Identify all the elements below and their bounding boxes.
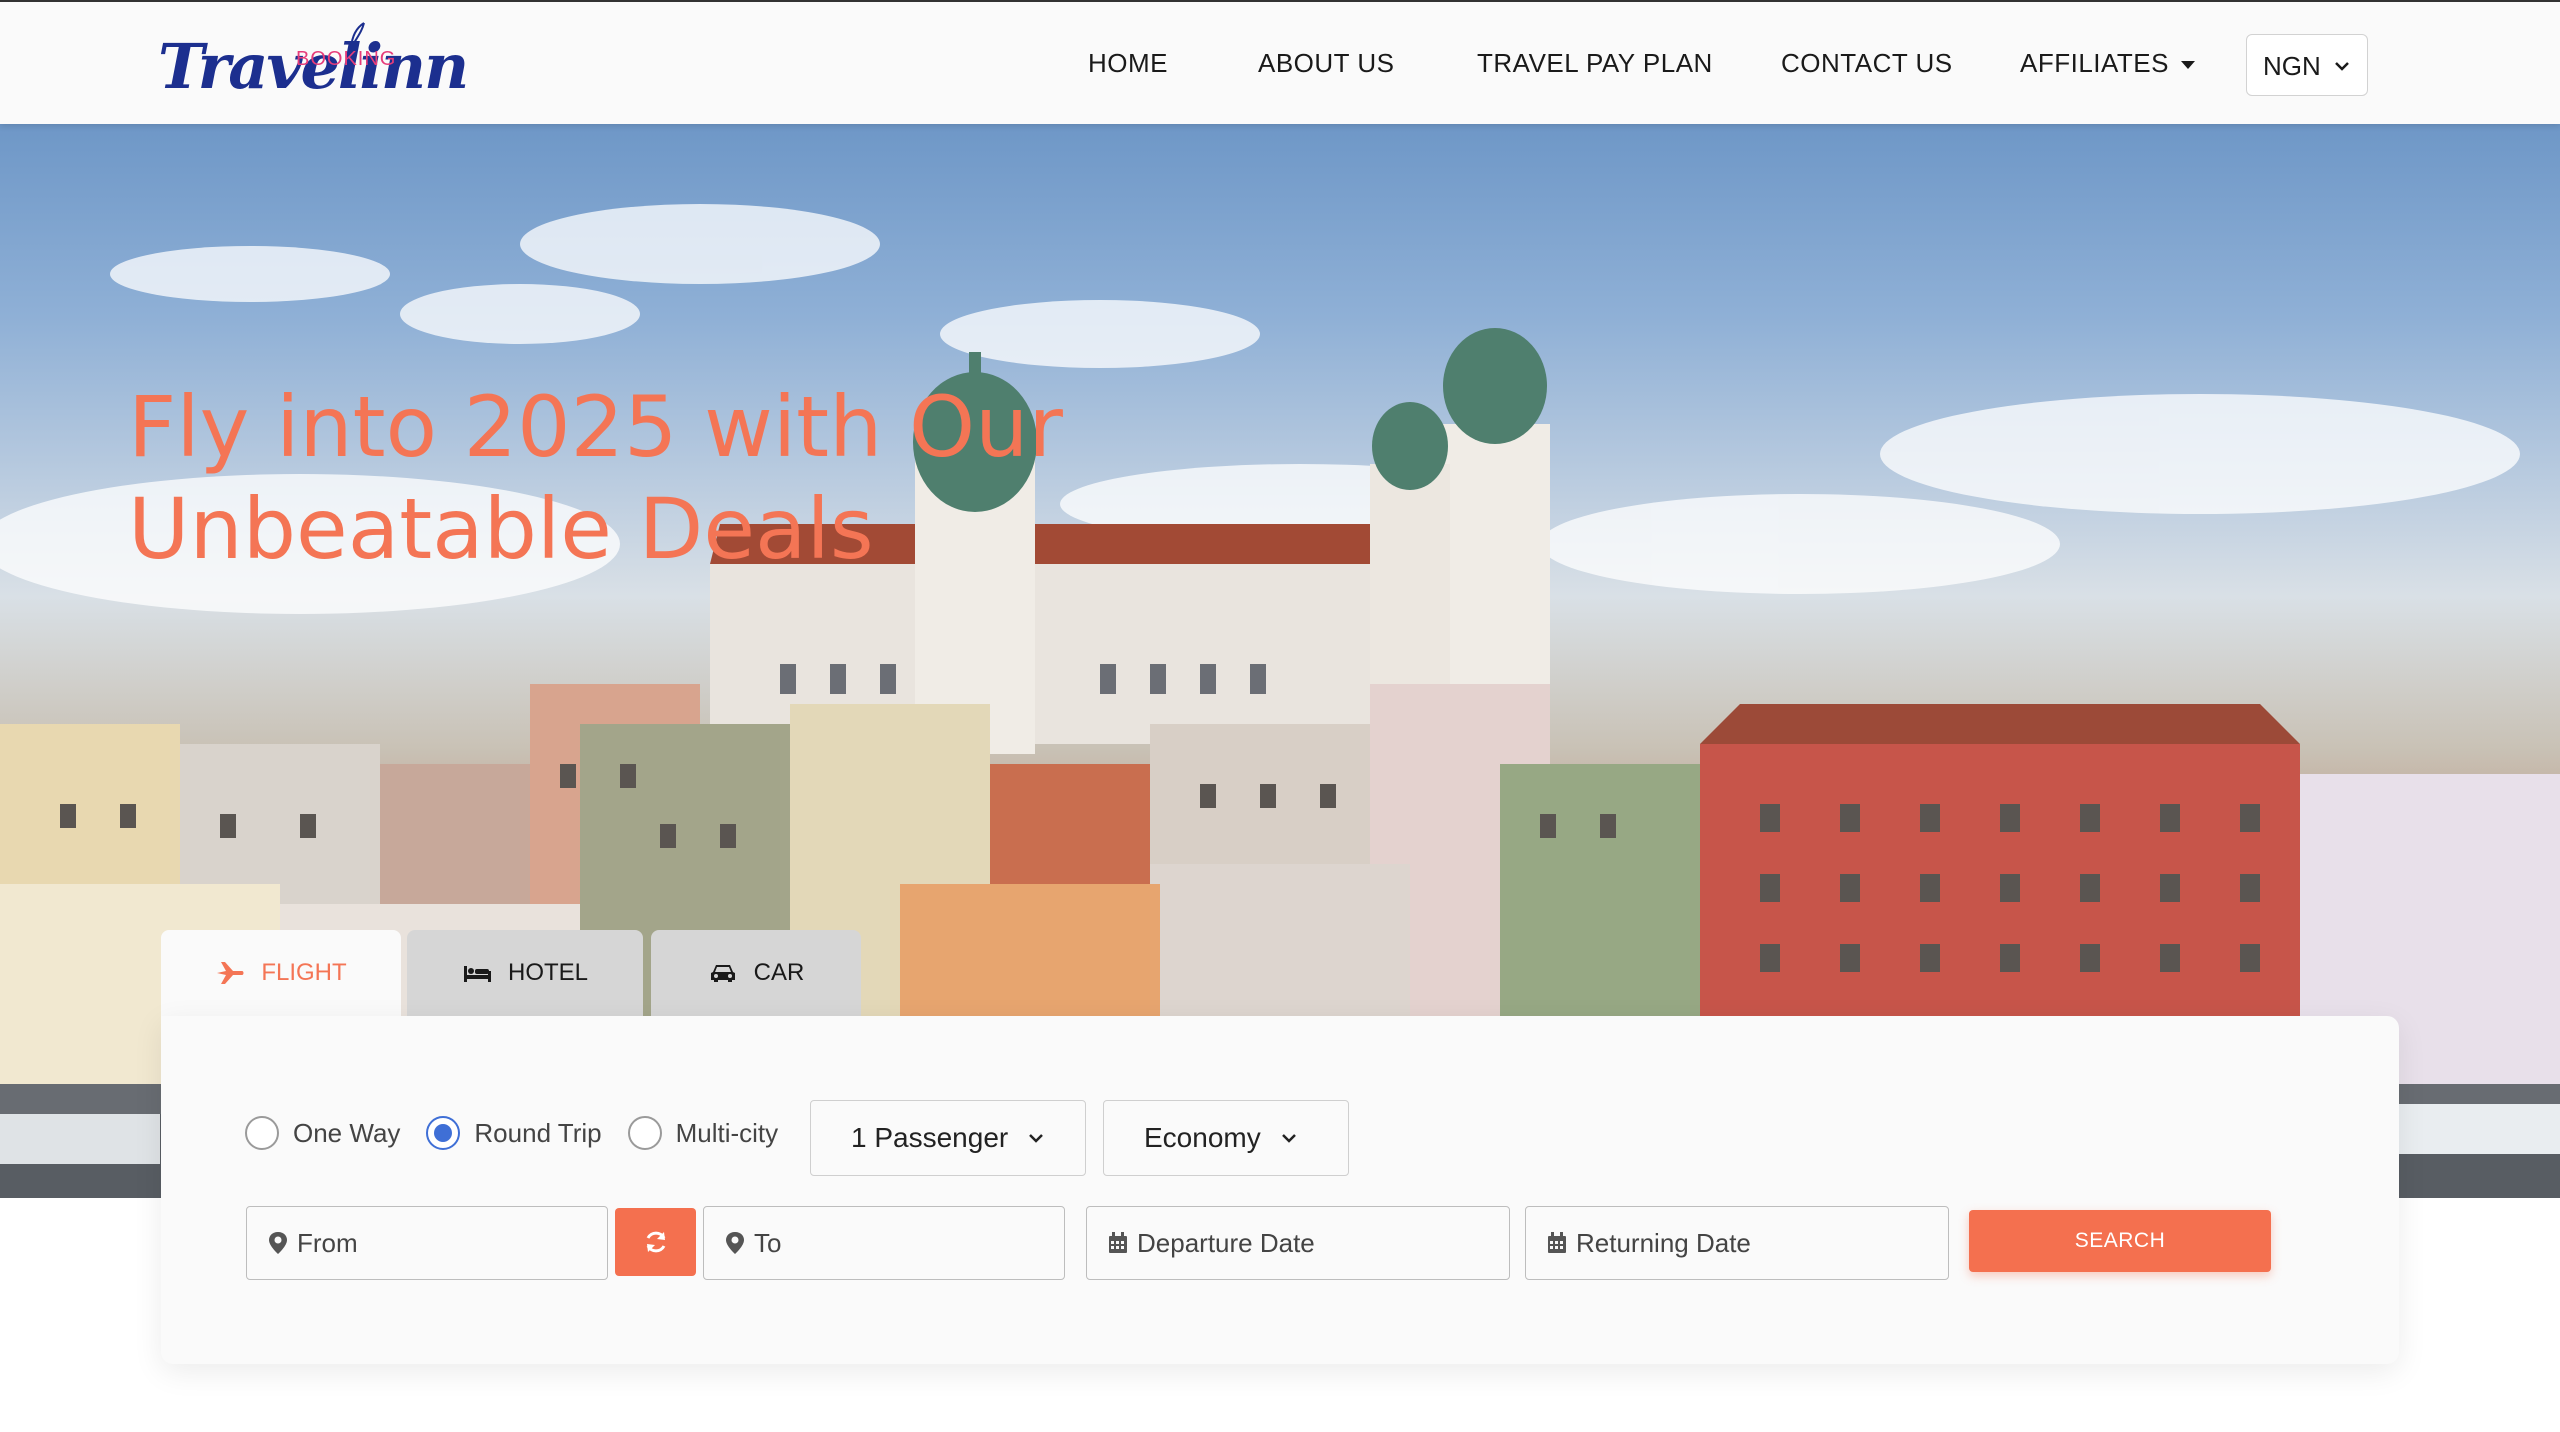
swap-locations-button[interactable] <box>615 1208 696 1276</box>
chevron-down-icon <box>2335 62 2349 71</box>
hero-headline-line-2: Unbeatable Deals <box>128 480 874 578</box>
to-input[interactable]: To <box>703 1206 1065 1280</box>
top-navbar: Travelinn BOOKING HOME ABOUT US TRAVEL P… <box>0 0 2560 124</box>
chevron-down-icon <box>1281 1134 1296 1143</box>
radio-one-way-label: One Way <box>293 1117 401 1148</box>
hero-headline-line-1: Fly into 2025 with Our <box>128 378 1063 476</box>
departure-date-input[interactable]: Departure Date <box>1086 1206 1510 1280</box>
tab-flight[interactable]: FLIGHT <box>161 930 401 1016</box>
radio-one-way[interactable]: One Way <box>245 1116 400 1150</box>
radio-circle[interactable] <box>245 1116 279 1150</box>
map-marker-icon <box>269 1232 287 1254</box>
calendar-icon <box>1548 1232 1566 1253</box>
nav-about-us[interactable]: ABOUT US <box>1258 48 1394 79</box>
hero-headline: Fly into 2025 with Our Unbeatable Deals <box>128 376 1063 580</box>
cabin-class-value: Economy <box>1144 1122 1261 1153</box>
radio-circle-selected[interactable] <box>426 1116 461 1150</box>
tab-hotel-label: HOTEL <box>507 959 588 986</box>
calendar-icon <box>1109 1232 1127 1253</box>
nav-affiliates-dropdown[interactable]: AFFILIATES <box>2020 48 2195 79</box>
feather-icon <box>350 22 365 49</box>
bed-icon <box>463 966 491 982</box>
nav-contact-us[interactable]: CONTACT US <box>1781 48 1953 79</box>
trip-type-group: One Way Round Trip Multi-city <box>245 1116 804 1150</box>
tab-car-label: CAR <box>753 959 805 986</box>
nav-home[interactable]: HOME <box>1088 48 1168 79</box>
logo-booking-label: BOOKING <box>296 48 397 70</box>
map-marker-icon <box>726 1232 744 1254</box>
radio-circle[interactable] <box>627 1116 662 1150</box>
radio-round-trip-label: Round Trip <box>474 1117 602 1148</box>
tab-car[interactable]: CAR <box>651 930 861 1016</box>
caret-down-icon <box>2181 61 2195 70</box>
tab-flight-label: FLIGHT <box>261 959 347 986</box>
chevron-down-icon <box>1029 1134 1044 1143</box>
passenger-value: 1 Passenger <box>851 1122 1009 1153</box>
nav-affiliates-label: AFFILIATES <box>2020 48 2169 78</box>
cabin-class-select[interactable]: Economy <box>1103 1100 1349 1176</box>
departure-placeholder: Departure Date <box>1137 1227 1315 1258</box>
brand-logo[interactable]: Travelinn BOOKING <box>158 22 469 112</box>
to-placeholder: To <box>754 1227 782 1258</box>
radio-multi-city-label: Multi-city <box>675 1117 779 1148</box>
currency-value: NGN <box>2263 51 2321 81</box>
passenger-select[interactable]: 1 Passenger <box>810 1100 1086 1176</box>
from-input[interactable]: From <box>246 1206 608 1280</box>
return-date-input[interactable]: Returning Date <box>1525 1206 1949 1280</box>
nav-travel-pay-plan[interactable]: TRAVEL PAY PLAN <box>1477 48 1713 79</box>
search-button[interactable]: SEARCH <box>1969 1210 2271 1272</box>
currency-select[interactable]: NGN <box>2246 34 2368 96</box>
car-icon <box>710 965 735 982</box>
radio-round-trip[interactable]: Round Trip <box>426 1116 602 1150</box>
tab-hotel[interactable]: HOTEL <box>407 930 643 1016</box>
flight-search-panel: One Way Round Trip Multi-city 1 Passenge… <box>161 1016 2399 1364</box>
plane-icon <box>217 962 244 984</box>
from-placeholder: From <box>297 1227 358 1258</box>
radio-multi-city[interactable]: Multi-city <box>627 1116 779 1150</box>
refresh-icon <box>646 1231 665 1253</box>
return-placeholder: Returning Date <box>1576 1227 1751 1258</box>
